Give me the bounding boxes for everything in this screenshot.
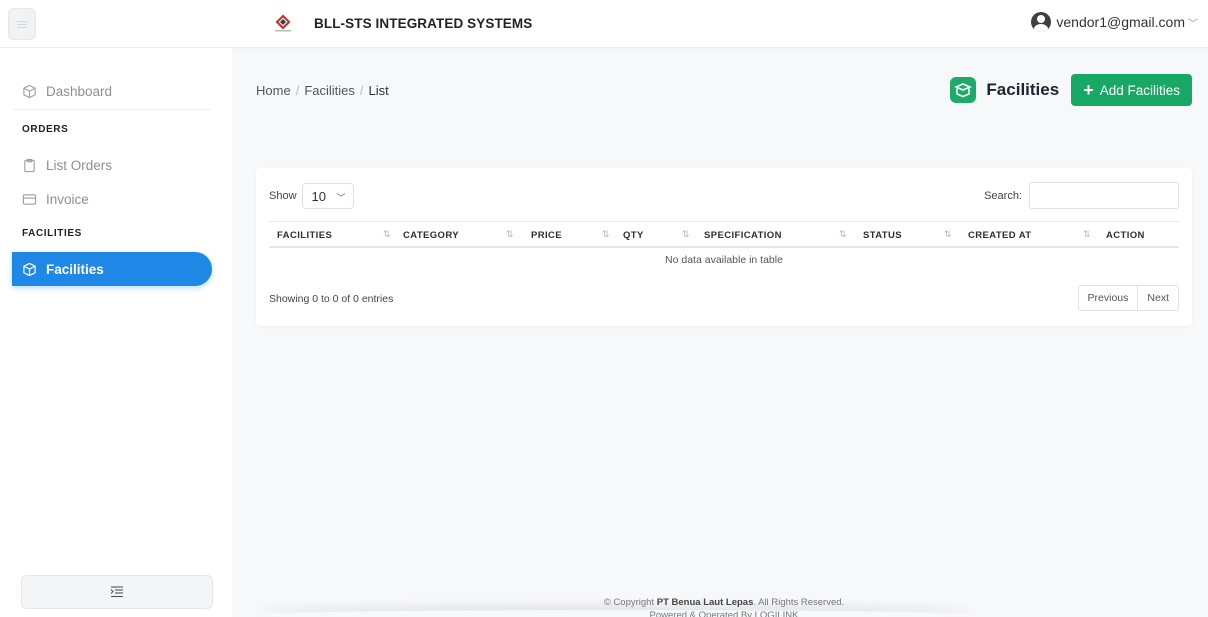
column-header-created-at[interactable]: CREATED AT xyxy=(968,230,1031,241)
cube-icon xyxy=(23,84,36,98)
sort-icon: ⇅ xyxy=(682,229,690,239)
sidebar-item-label: List Orders xyxy=(46,157,113,173)
table-header: FACILITIES ⇅ CATEGORY ⇅ PRICE ⇅ QTY ⇅ SP… xyxy=(269,221,1179,248)
sidebar: Dashboard ORDERS List Orders Invoice FAC… xyxy=(0,48,232,617)
column-header-category[interactable]: CATEGORY xyxy=(403,230,459,241)
chevron-down-icon: ﹀ xyxy=(1188,18,1198,30)
column-header-action: ACTION xyxy=(1106,230,1145,241)
box-icon xyxy=(950,77,977,103)
sidebar-heading-orders: ORDERS xyxy=(22,124,69,135)
hamburger-icon xyxy=(17,20,27,22)
sidebar-item-label: Dashboard xyxy=(46,83,113,99)
column-header-facilities[interactable]: FACILITIES xyxy=(277,230,332,241)
company-logo-icon xyxy=(272,12,294,34)
column-header-qty[interactable]: QTY xyxy=(623,230,644,241)
chevron-down-icon: ﹀ xyxy=(336,193,346,203)
pagination: Previous Next xyxy=(1077,285,1179,311)
show-label: Show xyxy=(269,190,297,202)
copyright-line: © Copyright PT Benua Laut Lepas. All Rig… xyxy=(256,596,1192,609)
page-length-value: 10 xyxy=(311,188,326,204)
app-title: BLL-STS INTEGRATED SYSTEMS xyxy=(314,15,533,31)
plus-icon: + xyxy=(1083,80,1094,100)
top-bar: BLL-STS INTEGRATED SYSTEMS vendor1@gmail… xyxy=(0,0,1208,48)
page-title: Facilities xyxy=(986,80,1060,99)
sidebar-item-label: Invoice xyxy=(46,191,89,207)
sort-icon: ⇅ xyxy=(839,229,847,239)
breadcrumb-facilities[interactable]: Facilities xyxy=(304,83,355,98)
sidebar-item-label: Facilities xyxy=(46,261,104,277)
page-length-select[interactable]: 10 ﹀ xyxy=(301,183,354,209)
page-header: Facilities + Add Facilities xyxy=(950,74,1192,106)
sort-icon: ⇅ xyxy=(383,229,391,239)
cube-icon xyxy=(23,262,36,276)
breadcrumb-current: List xyxy=(368,83,389,98)
powered-by: Powered & Operated By LOGILINK xyxy=(649,610,799,617)
sort-icon: ⇅ xyxy=(506,229,514,239)
sidebar-item-invoice[interactable]: Invoice xyxy=(12,182,89,216)
collapse-sidebar-button[interactable] xyxy=(21,575,213,609)
column-header-price[interactable]: PRICE xyxy=(531,230,562,241)
indent-icon xyxy=(110,586,123,598)
add-facilities-label: Add Facilities xyxy=(1099,82,1180,98)
sidebar-item-list-orders[interactable]: List Orders xyxy=(12,148,112,182)
sidebar-item-facilities[interactable]: Facilities xyxy=(12,252,212,286)
sort-icon: ⇅ xyxy=(1083,229,1091,239)
sort-icon: ⇅ xyxy=(944,229,952,239)
breadcrumb: Home / Facilities / List xyxy=(256,83,389,98)
search-input[interactable] xyxy=(1029,182,1179,209)
user-menu[interactable]: vendor1@gmail.com ﹀ xyxy=(1031,12,1198,32)
user-email: vendor1@gmail.com xyxy=(1056,14,1185,30)
copyright-prefix: © Copyright xyxy=(603,597,657,608)
facilities-table-card: Show 10 ﹀ Search: FACILITIES ⇅ CATEGORY … xyxy=(256,168,1192,326)
sidebar-item-dashboard[interactable]: Dashboard xyxy=(12,74,112,108)
user-circle-icon xyxy=(1031,12,1052,32)
previous-page-button[interactable]: Previous xyxy=(1077,285,1139,311)
search-control: Search: xyxy=(984,182,1179,209)
sidebar-heading-facilities: FACILITIES xyxy=(22,228,82,239)
footer: © Copyright PT Benua Laut Lepas. All Rig… xyxy=(256,596,1192,617)
sort-icon: ⇅ xyxy=(602,229,610,239)
empty-table-message: No data available in table xyxy=(665,254,783,266)
next-page-button[interactable]: Next xyxy=(1138,285,1179,311)
clipboard-icon xyxy=(24,158,35,172)
sidebar-divider xyxy=(12,109,212,110)
brand: BLL-STS INTEGRATED SYSTEMS xyxy=(272,12,532,34)
column-header-specification[interactable]: SPECIFICATION xyxy=(704,230,782,241)
page-length-control: Show 10 ﹀ xyxy=(269,183,354,209)
column-header-status[interactable]: STATUS xyxy=(863,230,902,241)
company-name: PT Benua Laut Lepas xyxy=(656,597,754,608)
add-facilities-button[interactable]: + Add Facilities xyxy=(1071,74,1192,106)
card-icon xyxy=(22,193,37,205)
menu-toggle-button[interactable] xyxy=(8,8,36,40)
copyright-suffix: . All Rights Reserved. xyxy=(753,597,845,608)
search-label: Search: xyxy=(984,189,1022,202)
breadcrumb-home[interactable]: Home xyxy=(256,83,291,98)
table-info: Showing 0 to 0 of 0 entries xyxy=(269,293,394,305)
